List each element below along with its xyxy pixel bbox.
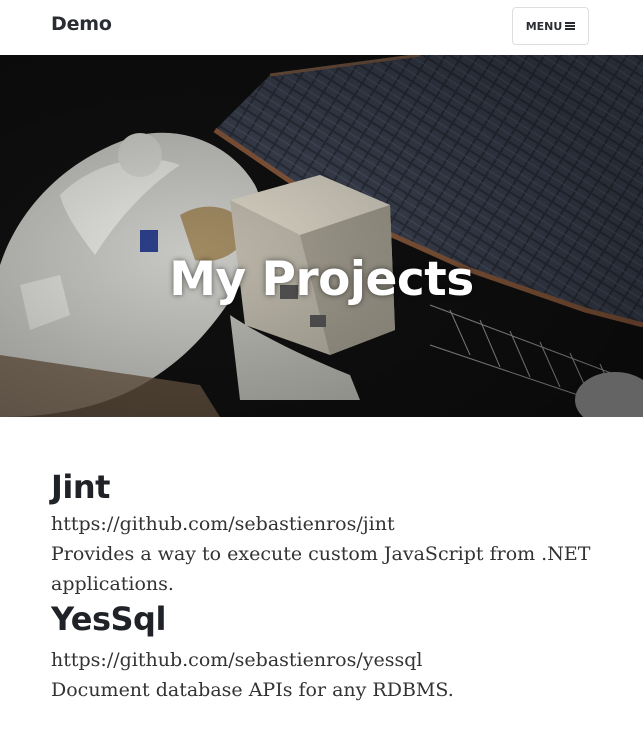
menu-button-label: MENU (525, 19, 563, 33)
hamburger-icon (565, 22, 576, 30)
navbar: Demo MENU (0, 0, 643, 55)
menu-button[interactable]: MENU (512, 7, 589, 45)
project-item: YesSql https://github.com/sebastienros/y… (51, 599, 592, 705)
project-url: https://github.com/sebastienros/yessql (51, 649, 423, 671)
project-item: Jint https://github.com/sebastienros/jin… (51, 467, 592, 599)
project-description: Provides a way to execute custom JavaScr… (51, 543, 591, 595)
brand-link[interactable]: Demo (51, 13, 112, 35)
project-url: https://github.com/sebastienros/jint (51, 513, 395, 535)
page-title: My Projects (169, 252, 474, 307)
hero-banner: My Projects (0, 55, 643, 417)
project-list: Jint https://github.com/sebastienros/jin… (0, 467, 643, 705)
astronaut-spacewalk-image (0, 55, 643, 417)
project-description: Document database APIs for any RDBMS. (51, 679, 454, 701)
project-title: Jint (51, 468, 110, 506)
project-title: YesSql (51, 600, 166, 638)
